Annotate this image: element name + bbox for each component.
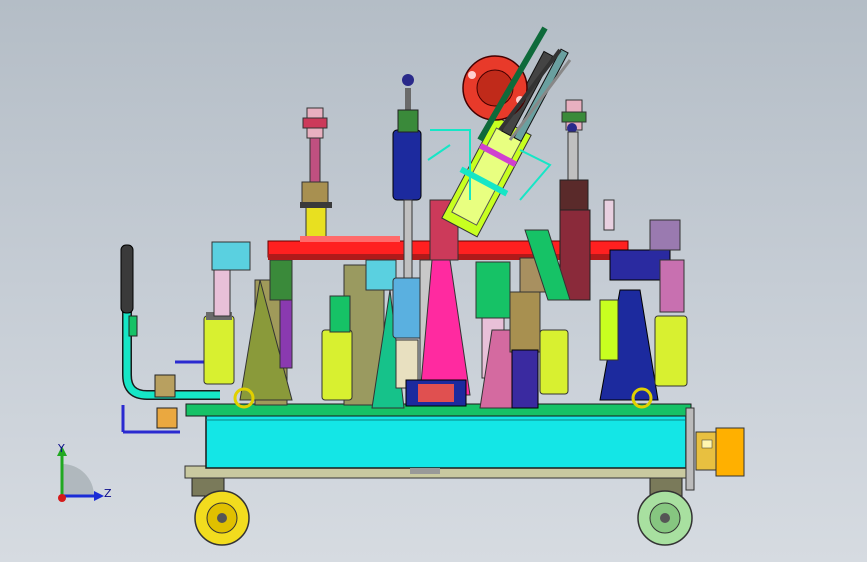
left-tall-post: [300, 107, 332, 241]
z-axis-label: Z: [104, 487, 112, 500]
cad-viewport[interactable]: Y Z: [0, 0, 867, 562]
base-frame: [184, 403, 692, 479]
y-axis-label: Y: [58, 442, 65, 455]
triad-plane: [62, 464, 94, 496]
right-clamp-unit: [599, 199, 688, 409]
left-clamp-unit: [203, 241, 293, 409]
x-axis-icon: [58, 494, 66, 502]
z-axis-arrow-icon: [94, 491, 104, 501]
center-left-block: [321, 259, 405, 409]
connector-box: [685, 407, 745, 491]
left-caster: [191, 469, 250, 546]
right-caster: [637, 469, 693, 546]
fixture-assembly-model[interactable]: [0, 0, 867, 562]
